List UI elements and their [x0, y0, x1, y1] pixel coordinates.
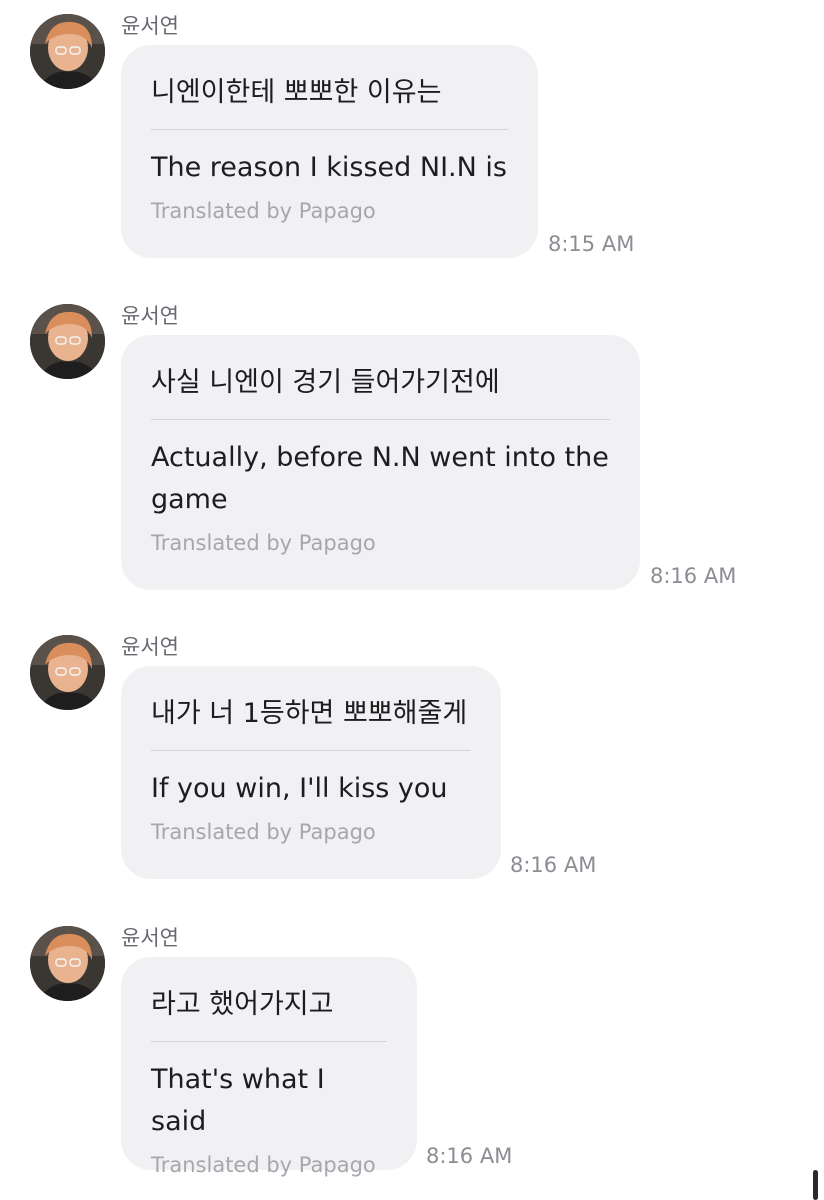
sender-name: 윤서연: [121, 926, 179, 950]
message-bubble[interactable]: 니엔이한테 뽀뽀한 이유는 The reason I kissed NI.N i…: [121, 45, 538, 258]
avatar[interactable]: [30, 14, 105, 89]
avatar[interactable]: [30, 635, 105, 710]
original-text: 니엔이한테 뽀뽀한 이유는: [151, 77, 442, 108]
message-timestamp: 8:15 AM: [548, 232, 635, 256]
avatar[interactable]: [30, 304, 105, 379]
message-timestamp: 8:16 AM: [510, 853, 597, 877]
translated-text: The reason I kissed NI.N is: [151, 152, 507, 183]
message-bubble[interactable]: 라고 했어가지고 That's what I said Translated b…: [121, 957, 417, 1177]
translated-text: That's what I said: [151, 1064, 325, 1137]
translation-credit: Translated by Papago: [151, 820, 376, 844]
sender-name: 윤서연: [121, 635, 179, 659]
avatar[interactable]: [30, 926, 105, 1001]
scroll-indicator[interactable]: [813, 1170, 818, 1200]
original-text: 라고 했어가지고: [151, 989, 334, 1020]
translation-divider: [151, 1041, 387, 1042]
translated-text: Actually, before N.N went into the game: [151, 442, 609, 515]
translation-credit: Translated by Papago: [151, 199, 376, 223]
message-bubble[interactable]: 내가 너 1등하면 뽀뽀해줄게 If you win, I'll kiss yo…: [121, 666, 501, 879]
message-bubble[interactable]: 사실 니엔이 경기 들어가기전에 Actually, before N.N we…: [121, 335, 640, 590]
translated-text: If you win, I'll kiss you: [151, 773, 448, 804]
message-item: 윤서연 내가 너 1등하면 뽀뽀해줄게 If you win, I'll kis…: [0, 621, 824, 911]
message-item: 윤서연 사실 니엔이 경기 들어가기전에 Actually, before N.…: [0, 290, 824, 630]
message-timestamp: 8:16 AM: [426, 1144, 513, 1168]
translation-divider: [151, 750, 471, 751]
sender-name: 윤서연: [121, 14, 179, 38]
original-text: 내가 너 1등하면 뽀뽀해줄게: [151, 698, 468, 729]
message-item: 윤서연 라고 했어가지고 That's what I said Translat…: [0, 912, 824, 1200]
message-timestamp: 8:16 AM: [650, 564, 737, 588]
sender-name: 윤서연: [121, 304, 179, 328]
message-item: 윤서연 니엔이한테 뽀뽀한 이유는 The reason I kissed NI…: [0, 0, 824, 290]
translation-credit: Translated by Papago: [151, 1153, 376, 1177]
translation-divider: [151, 129, 508, 130]
translation-credit: Translated by Papago: [151, 531, 376, 555]
translation-divider: [151, 419, 610, 420]
original-text: 사실 니엔이 경기 들어가기전에: [151, 367, 500, 398]
